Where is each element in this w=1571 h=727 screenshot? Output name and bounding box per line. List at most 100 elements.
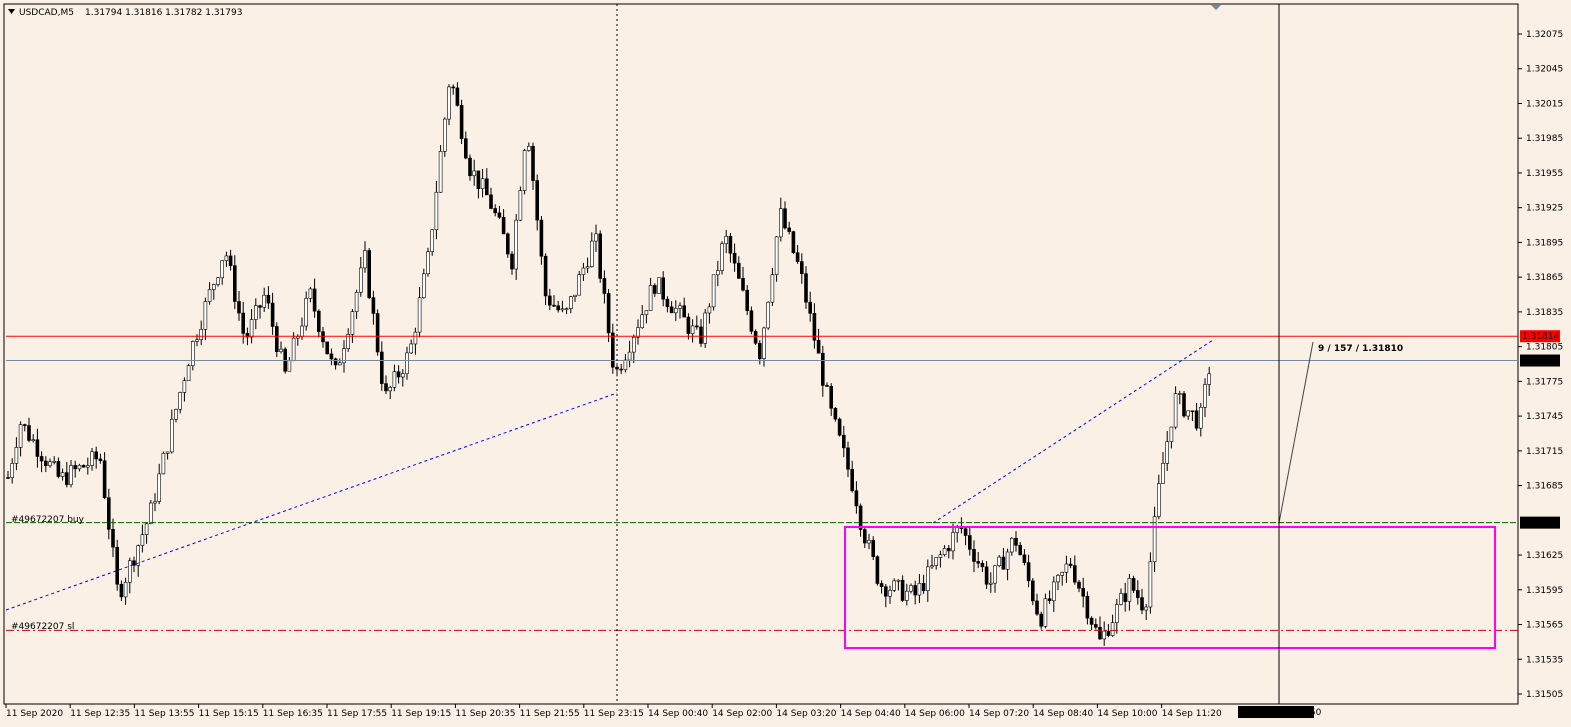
candle-body	[442, 118, 447, 152]
candle-body	[199, 329, 203, 341]
candle-body	[963, 528, 968, 536]
buy-order-label[interactable]: #49672207 buy	[11, 515, 85, 525]
candle-body	[6, 477, 10, 479]
candle-body	[715, 270, 720, 276]
candle-body	[1203, 384, 1207, 408]
take-profit-badge-label: 1.31814	[1522, 332, 1559, 342]
candle-body	[825, 385, 829, 387]
candle-body	[1152, 516, 1157, 563]
candle-body	[526, 145, 531, 151]
candle-body	[741, 278, 745, 291]
candle-body	[946, 548, 951, 552]
candle-body	[1157, 483, 1161, 517]
candle-body	[972, 549, 976, 562]
candle-body	[829, 386, 834, 409]
candle-body	[350, 311, 355, 335]
candle-body	[459, 105, 464, 139]
time-tick-label: 11 Sep 19:15	[391, 709, 451, 719]
candle-body	[858, 505, 863, 530]
candle-body	[1035, 600, 1039, 615]
candle-body	[993, 565, 997, 584]
symbol-label: USDCAD,M5	[19, 8, 74, 18]
candle-body	[392, 371, 397, 388]
price-tick-label: 1.31955	[1526, 169, 1563, 179]
price-tick-label: 1.31775	[1526, 377, 1563, 387]
candle-body	[463, 138, 468, 159]
candle-body	[165, 451, 170, 454]
candle-body	[1094, 624, 1098, 628]
candle-body	[783, 208, 787, 229]
candle-body	[304, 298, 309, 327]
candle-body	[547, 295, 552, 306]
price-tick-label: 1.31625	[1526, 551, 1563, 561]
candle-body	[220, 260, 224, 279]
candle-body	[736, 262, 741, 279]
candle-body	[136, 545, 140, 566]
time-tick-label: 11 Sep 23:15	[584, 709, 644, 719]
candle-body	[94, 451, 98, 460]
candle-body	[375, 313, 380, 353]
candle-body	[358, 267, 363, 293]
price-tick-label: 1.31835	[1526, 308, 1563, 318]
candle-body	[921, 582, 926, 591]
candle-body	[661, 277, 666, 300]
candle-body	[56, 460, 61, 477]
candle-body	[581, 267, 586, 275]
candle-body	[917, 582, 922, 596]
candle-body	[233, 265, 237, 302]
time-tick-label: 11 Sep 15:15	[199, 709, 259, 719]
candle-body	[1047, 598, 1052, 602]
candle-body	[883, 586, 888, 597]
candle-body	[1110, 622, 1115, 636]
candle-body	[913, 585, 918, 596]
candle-body	[31, 439, 36, 442]
candle-body	[1136, 590, 1140, 598]
time-tick-label: 14 Sep 04:40	[841, 709, 901, 719]
candle-body	[430, 229, 435, 252]
candle-body	[1115, 604, 1119, 623]
candle-body	[501, 216, 506, 235]
candle-body	[1119, 593, 1123, 605]
candle-body	[1081, 587, 1085, 597]
candle-body	[1123, 593, 1127, 602]
candle-body	[274, 326, 279, 352]
ohlc-readout: 1.31794 1.31816 1.31782 1.31793	[85, 8, 242, 18]
chart-window[interactable]: 1.32075 1.32045 1.32015 1.31985 1.31955 1.319…	[0, 0, 1571, 727]
candle-body	[396, 371, 401, 378]
candle-body	[623, 359, 628, 371]
candle-body	[539, 219, 544, 257]
candle-body	[1169, 426, 1174, 443]
candle-body	[216, 277, 220, 285]
candle-body	[321, 331, 325, 343]
candle-body	[472, 170, 477, 177]
price-chart[interactable]: 1.32075 1.32045 1.32015 1.31985 1.31955 1.319…	[0, 0, 1571, 727]
candle-body	[1060, 571, 1064, 576]
candle-body	[161, 453, 166, 475]
candle-body	[594, 233, 598, 242]
candle-body	[191, 341, 195, 366]
candle-body	[1140, 597, 1144, 611]
candle-body	[10, 463, 14, 478]
candle-body	[1052, 581, 1056, 602]
candle-body	[371, 297, 376, 314]
time-tick-label: 14 Sep 08:40	[1033, 709, 1093, 719]
candle-body	[644, 310, 649, 316]
candle-body	[892, 580, 897, 591]
candle-body	[846, 447, 850, 470]
candle-body	[837, 418, 842, 436]
candle-body	[417, 297, 422, 333]
candle-body	[850, 468, 855, 492]
candle-body	[627, 351, 632, 361]
candle-body	[367, 250, 372, 298]
candle-body	[426, 251, 430, 275]
candle-body	[22, 424, 27, 426]
sl-order-label[interactable]: #49672207 sl	[11, 622, 74, 632]
candle-body	[888, 589, 892, 597]
candle-body	[111, 529, 115, 548]
candle-body	[766, 301, 771, 329]
candle-body	[249, 319, 254, 338]
candle-body	[938, 554, 943, 558]
candle-body	[52, 460, 57, 463]
candle-body	[212, 284, 216, 290]
time-tick-label: 14 Sep 07:20	[969, 709, 1029, 719]
